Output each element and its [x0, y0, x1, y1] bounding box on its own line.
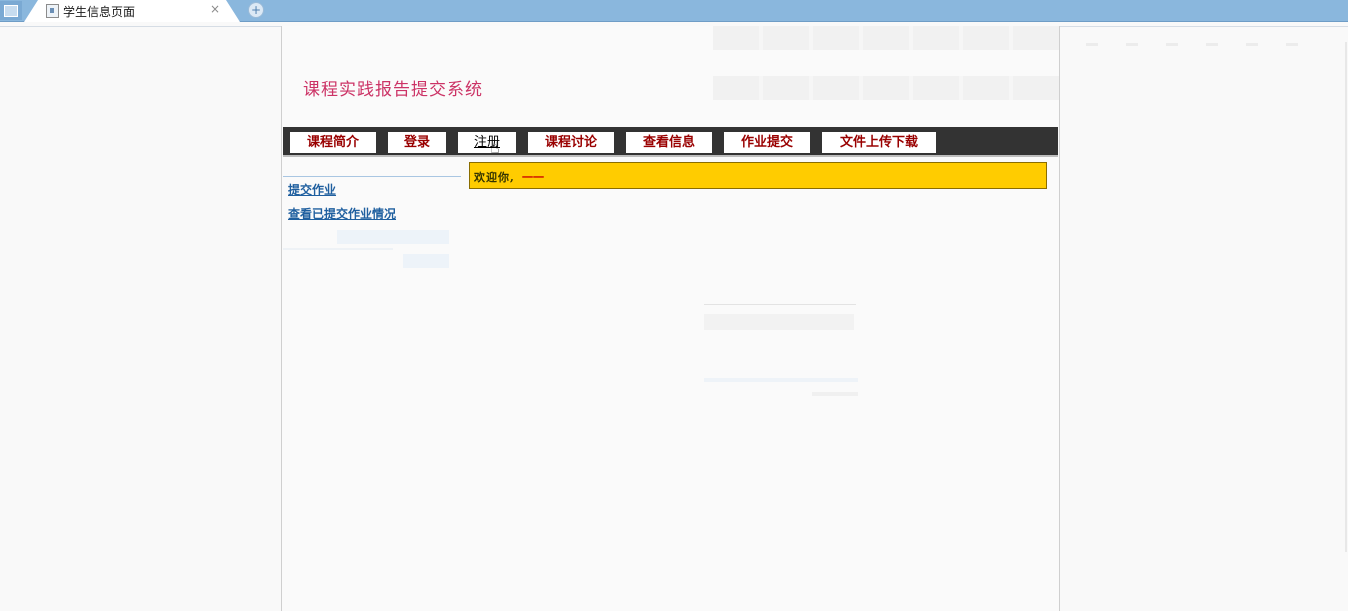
- nav-item-course-discussion[interactable]: 课程讨论: [528, 132, 614, 153]
- nav-item-view-info[interactable]: 查看信息: [626, 132, 712, 153]
- welcome-banner: 欢迎你, 一一: [469, 162, 1047, 189]
- site-container: 课程实践报告提交系统 课程简介 登录 注册 课程讨论 查看信息 作业提交 文件上…: [281, 26, 1060, 611]
- tab-title: 学生信息页面: [63, 5, 136, 19]
- faint-background-decoration: [1086, 43, 1326, 46]
- hand-cursor-icon: ☝: [490, 138, 500, 157]
- nav-item-file-transfer[interactable]: 文件上传下载: [822, 132, 936, 153]
- nav-item-register[interactable]: 注册: [458, 132, 516, 153]
- browser-tab-bar: 学生信息页面 × +: [0, 0, 1348, 22]
- welcome-label: 欢迎你,: [474, 171, 515, 184]
- nav-item-login[interactable]: 登录: [388, 132, 446, 153]
- browser-tab-active[interactable]: 学生信息页面 ×: [24, 0, 240, 22]
- sidebar-faint-decoration: [283, 230, 449, 272]
- header-banner-image: [713, 26, 1059, 126]
- main-nav: 课程简介 登录 注册 课程讨论 查看信息 作业提交 文件上传下载 ☝: [283, 127, 1058, 157]
- new-tab-icon[interactable]: +: [248, 2, 264, 18]
- nav-item-course-intro[interactable]: 课程简介: [290, 132, 376, 153]
- browser-menu-icon[interactable]: [0, 1, 22, 20]
- sidebar-link-view-submissions[interactable]: 查看已提交作业情况: [288, 205, 396, 222]
- sidebar-link-submit-homework[interactable]: 提交作业: [288, 181, 336, 198]
- nav-item-submit-homework[interactable]: 作业提交: [724, 132, 810, 153]
- sidebar: 提交作业 查看已提交作业情况: [283, 176, 461, 221]
- content-faint-decoration: [704, 284, 864, 414]
- welcome-username: 一一: [522, 171, 544, 184]
- close-icon[interactable]: ×: [210, 2, 220, 16]
- scrollbar-track[interactable]: [1345, 42, 1347, 552]
- site-title: 课程实践报告提交系统: [303, 80, 483, 100]
- page-icon: [46, 4, 59, 18]
